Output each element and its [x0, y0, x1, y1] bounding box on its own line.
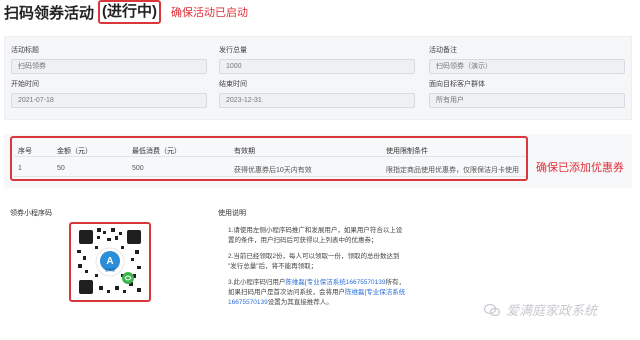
coupon-highlight-frame — [10, 136, 528, 181]
end-time-field: 结束时间 2023-12-31 — [219, 79, 415, 108]
mini-program-code[interactable]: A 爱满庭 — [75, 226, 145, 298]
instruction-line-2: 置的条件，用户扫码后可获得以上列表中的优惠券； — [228, 237, 378, 244]
wechat-icon — [484, 303, 500, 316]
instruction-line-5-text: 3.此小程序码归用户 — [228, 279, 286, 286]
instruction-line-6-text: 如果扫码用户是首次访问系统，会将用户 — [228, 289, 345, 296]
watermark: 爱满庭家政系统 — [484, 300, 597, 319]
activity-title-input[interactable]: 扫码领券 — [11, 59, 207, 74]
instruction-line-5: 3.此小程序码归用户陈维磊[专业保洁系统16675570139所有， — [228, 278, 405, 287]
start-time-label: 开始时间 — [11, 81, 39, 88]
owner-link[interactable]: 陈维磊[专业保洁系统16675570139 — [285, 279, 385, 286]
instruction-line-7: 16675570139设置为其直接推荐人。 — [228, 298, 333, 307]
qr-section-label: 领券小程序码 — [10, 210, 52, 217]
remark-field: 活动备注 扫码领券（演示） — [429, 45, 625, 74]
issue-total-label: 发行总量 — [219, 47, 247, 54]
annotation-coupon-added: 确保已添加优惠券 — [536, 162, 624, 174]
referrer-phone-link[interactable]: 16675570139 — [228, 299, 268, 306]
activity-form: 活动标题 扫码领券 发行总量 1000 活动备注 扫码领券（演示） 开始时间 2… — [4, 36, 632, 120]
instruction-line-7-text: 设置为其直接推荐人。 — [267, 299, 333, 306]
remark-input[interactable]: 扫码领券（演示） — [429, 59, 625, 74]
status-badge: (进行中) — [98, 0, 162, 24]
referrer-link[interactable]: 陈维磊[专业保洁系统 — [345, 289, 405, 296]
start-time-input[interactable]: 2021-07-18 — [11, 93, 207, 108]
end-time-input[interactable]: 2023-12-31 — [219, 93, 415, 108]
audience-field: 面向目标客户群体 所有用户 — [429, 79, 625, 108]
annotation-activity-started: 确保活动已启动 — [171, 7, 249, 19]
issue-total-input[interactable]: 1000 — [219, 59, 415, 74]
page-header: 扫码领券活动 (进行中) 确保活动已启动 — [4, 0, 248, 24]
instruction-line-5-end: 所有， — [385, 279, 406, 286]
instruction-line-3: 2.当前已经领取2份，每人可以领取一份，领取的总份数达到 — [228, 253, 400, 260]
watermark-text: 爱满庭家政系统 — [506, 303, 598, 318]
remark-label: 活动备注 — [429, 47, 457, 54]
start-time-field: 开始时间 2021-07-18 — [11, 79, 207, 108]
end-time-label: 结束时间 — [219, 81, 247, 88]
instruction-line-6: 如果扫码用户是首次访问系统，会将用户陈维磊[专业保洁系统 — [228, 288, 405, 297]
instruction-line-1: 1.请使用左侧小程序码推广和发展用户，如果用户符合以上设 — [228, 227, 403, 234]
activity-title-field: 活动标题 扫码领券 — [11, 45, 207, 74]
audience-input[interactable]: 所有用户 — [429, 93, 625, 108]
audience-label: 面向目标客户群体 — [429, 81, 485, 88]
logo-letter: A — [106, 256, 113, 267]
instruction-line-4: "发行总量"后，将不能再领取； — [228, 263, 318, 270]
activity-title-label: 活动标题 — [11, 47, 39, 54]
issue-total-field: 发行总量 1000 — [219, 45, 415, 74]
instructions-title: 使用说明 — [218, 210, 246, 217]
page-title: 扫码领券活动 — [4, 4, 95, 22]
logo-caption: 爱满庭 — [105, 267, 116, 272]
wechat-miniprogram-icon — [122, 272, 134, 284]
